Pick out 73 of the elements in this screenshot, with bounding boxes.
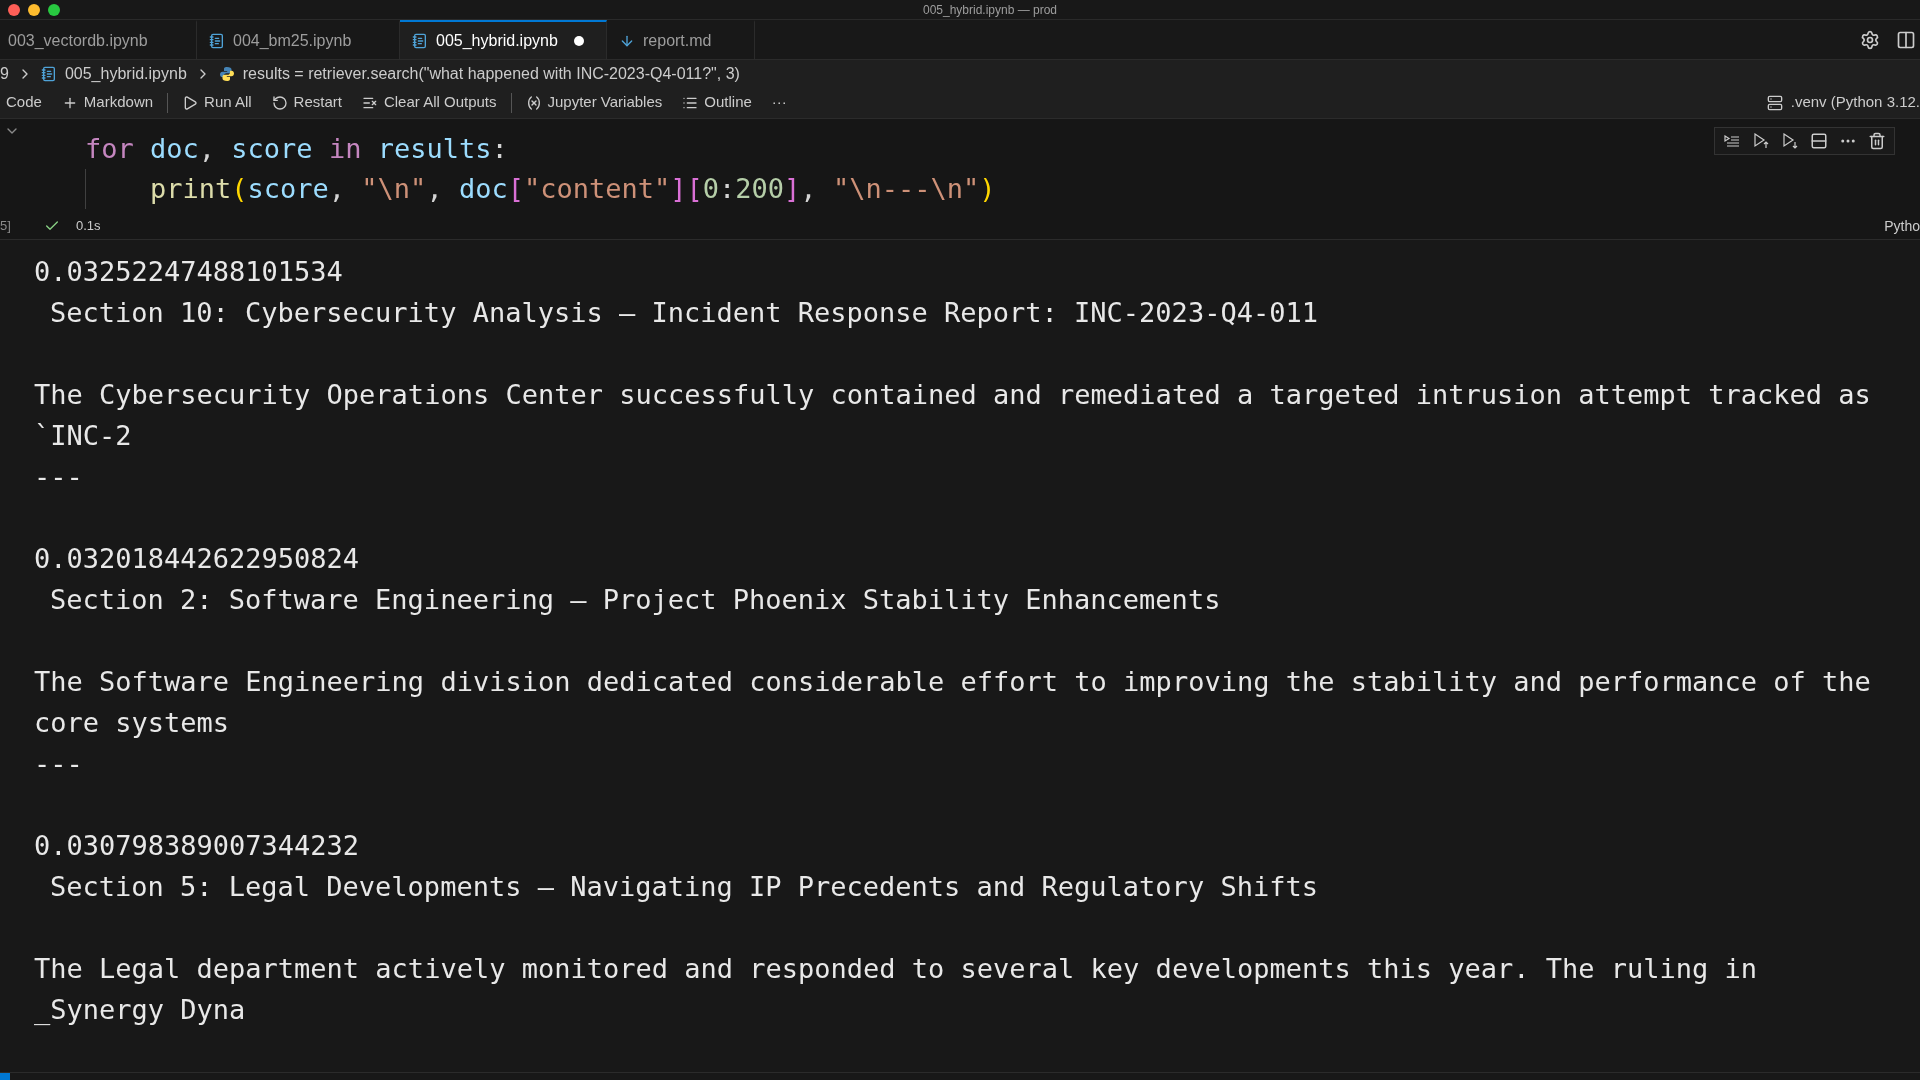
notebook-icon bbox=[209, 32, 225, 49]
breadcrumb-item[interactable]: 005_hybrid.ipynb bbox=[64, 61, 187, 86]
code-token: : bbox=[491, 132, 508, 166]
restart-icon bbox=[271, 94, 288, 111]
toolbar-button[interactable]: Restart bbox=[265, 88, 348, 117]
python-icon bbox=[218, 65, 235, 82]
output-heading: Section 2: Software Engineering – Project Phoenix Stability Enhancements bbox=[49, 583, 1221, 617]
toolbar-button[interactable]: Jupyter Variables bbox=[519, 88, 669, 117]
code-token: : bbox=[719, 172, 736, 206]
code-token: [ bbox=[507, 172, 524, 206]
toolbar-button[interactable]: Outline bbox=[676, 88, 758, 117]
output-score: 0.030798389007344232 bbox=[34, 829, 360, 863]
output-separator: --- bbox=[34, 747, 83, 781]
output-text: _Synergy Dyna bbox=[34, 993, 246, 1027]
run-above-icon[interactable] bbox=[1752, 132, 1770, 150]
breadcrumb-item[interactable]: results = retriever.search("what happened with INC-2023-Q4-011?", 3) bbox=[242, 61, 740, 86]
code-token: ( bbox=[231, 172, 248, 206]
delete-icon[interactable] bbox=[1868, 132, 1886, 150]
code-token: "content" bbox=[523, 172, 671, 206]
run-below-icon[interactable] bbox=[1781, 132, 1799, 150]
notebook-icon bbox=[412, 32, 428, 49]
more-button[interactable]: ··· bbox=[765, 88, 793, 117]
code-token: ) bbox=[979, 172, 996, 206]
toolbar-button[interactable]: Code bbox=[0, 88, 48, 117]
output-text: The Legal department actively monitored and responded to several key developments this year. The ruling in bbox=[34, 952, 1758, 986]
code-token: 0 bbox=[702, 172, 720, 206]
code-token: ] bbox=[670, 172, 687, 206]
output-separator: --- bbox=[34, 460, 83, 494]
code-token: score bbox=[230, 132, 313, 166]
output-text: The Cybersecurity Operations Center successfully contained and remediated a targeted intrusion attempt tracked as bbox=[34, 378, 1871, 412]
code-token: , bbox=[800, 172, 818, 206]
output-heading: Section 10: Cybersecurity Analysis – Incident Response Report: INC-2023-Q4-011 bbox=[49, 296, 1318, 330]
code-token: in bbox=[327, 132, 362, 166]
output-text: core systems bbox=[34, 706, 230, 740]
breadcrumb-item[interactable]: 9 bbox=[0, 61, 9, 86]
output-score: 0.03252247488101534 bbox=[34, 255, 343, 289]
code-token: [ bbox=[686, 172, 703, 206]
execution-time: 0.1s bbox=[76, 217, 101, 236]
run-by-line-icon[interactable] bbox=[1723, 132, 1741, 150]
notebook-icon bbox=[40, 65, 57, 82]
code-token: print bbox=[150, 172, 232, 206]
code-token: , bbox=[198, 132, 216, 166]
play-icon bbox=[182, 94, 199, 111]
toolbar-button[interactable]: Markdown bbox=[55, 88, 160, 117]
variable-icon bbox=[525, 94, 542, 111]
settings-icon[interactable] bbox=[1860, 29, 1880, 50]
code-token: ] bbox=[784, 172, 801, 206]
code-token: doc bbox=[458, 172, 508, 206]
code-token: doc bbox=[149, 132, 199, 166]
code-token: "\n" bbox=[361, 172, 427, 206]
code-token: , bbox=[426, 172, 444, 206]
code-token: "\n---\n" bbox=[832, 172, 980, 206]
toolbar-button[interactable]: Run All bbox=[176, 88, 258, 117]
output-text: The Software Engineering division dedicated considerable effort to improving the stability and performance of the bbox=[34, 665, 1871, 699]
output-score: 0.032018442622950824 bbox=[34, 542, 360, 576]
toolbar-button[interactable]: Clear All Outputs bbox=[355, 88, 503, 117]
split-cell-icon[interactable] bbox=[1810, 132, 1828, 150]
editor-tab[interactable]: report.md bbox=[607, 20, 755, 59]
code-token: 200 bbox=[735, 172, 785, 206]
editor-tab[interactable]: 003_vectordb.ipynb bbox=[0, 20, 197, 59]
kernel-icon bbox=[1766, 94, 1783, 111]
editor-tab[interactable]: 005_hybrid.ipynb bbox=[400, 20, 607, 59]
execution-count: 5] bbox=[0, 216, 12, 235]
cell-language[interactable]: Pytho bbox=[1884, 215, 1920, 237]
code-token: score bbox=[247, 172, 329, 206]
window-title: 005_hybrid.ipynb — prod bbox=[922, 2, 1058, 17]
code-token: results bbox=[376, 132, 492, 166]
output-text: `INC-2 bbox=[34, 419, 132, 453]
code-token: for bbox=[85, 132, 134, 166]
code-token: , bbox=[328, 172, 347, 206]
kernel-picker[interactable]: .venv (Python 3.12. bbox=[1766, 91, 1920, 114]
split-editor-icon[interactable] bbox=[1896, 29, 1916, 50]
output-heading: Section 5: Legal Developments – Navigating IP Precedents and Regulatory Shifts bbox=[49, 870, 1318, 904]
